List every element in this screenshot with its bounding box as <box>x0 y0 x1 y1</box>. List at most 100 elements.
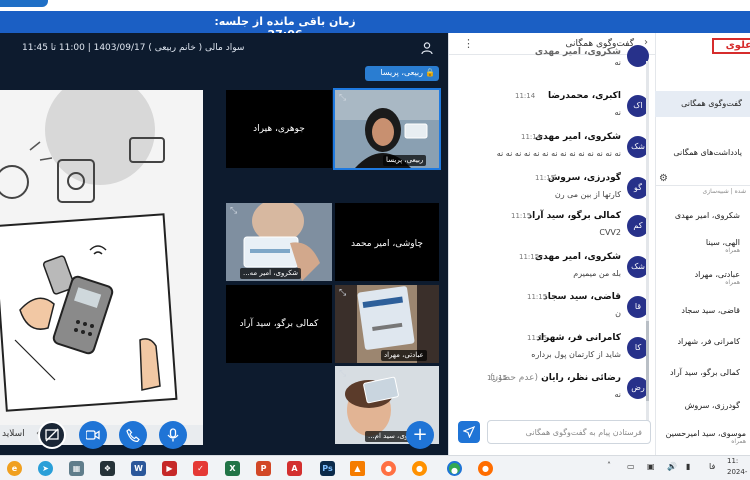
firefox-icon[interactable]: ● <box>412 461 427 476</box>
video-tile[interactable]: ⤡ عبادتی، مهراد <box>335 285 439 363</box>
excel-icon[interactable]: X <box>225 461 240 476</box>
scrollbar-thumb[interactable] <box>646 321 649 401</box>
participant-name: کمالی برگو، سید آراد <box>239 319 319 329</box>
photoshop-icon[interactable]: Ps <box>320 461 335 476</box>
firefox-icon[interactable]: ● <box>381 461 396 476</box>
message-sender: شکروی، امیر مهدی <box>534 47 621 57</box>
sidebar-user[interactable]: عبادتی، مهراد همراه <box>655 270 750 286</box>
send-button[interactable] <box>458 421 480 443</box>
meeting-main-area: سواد مالی ( خانم ربیعی ) 1403/09/17 | 11… <box>0 33 448 455</box>
phone-button[interactable] <box>119 421 147 449</box>
message-time: 11:15 <box>511 212 532 220</box>
participant-caption: عبادتی، مهراد <box>381 350 427 361</box>
camera-button[interactable] <box>79 421 107 449</box>
chrome-icon[interactable]: ● <box>447 461 462 476</box>
chat-message: شکروی، امیر مهدی نه <box>455 45 651 77</box>
message-text: ن <box>615 309 621 318</box>
battery-icon[interactable]: ▮ <box>686 462 690 471</box>
chat-scrollbar[interactable] <box>646 61 649 421</box>
expand-icon[interactable]: ⤡ <box>230 206 240 216</box>
message-sender: کمالی برگو، سید آراد <box>527 211 622 221</box>
clock-time[interactable]: 11: <box>727 457 738 465</box>
chat-message: کم کمالی برگو، سید آراد 11:15 CVV2 <box>455 209 651 247</box>
gear-icon[interactable]: ⚙ <box>659 173 668 184</box>
sidebar-user[interactable]: شکروی، امیر مهدی <box>655 211 750 220</box>
expand-icon[interactable]: ⤡ <box>339 288 349 298</box>
chat-message: قا قاضی، سید سجاد 11:15 ن <box>455 290 651 328</box>
public-chat-panel: ‹ گفت‌وگوی همگانی ⋮ شکروی، امیر مهدی نه … <box>448 33 656 455</box>
message-time: 11:15 <box>535 174 556 182</box>
message-sender: رضائی نظر، رایان (عدم حضور) <box>490 373 621 383</box>
calculator-icon[interactable]: ▦ <box>69 461 84 476</box>
expand-icon[interactable]: ⤡ <box>339 93 349 103</box>
message-text: کارتها از بین می رن <box>554 190 621 199</box>
network-icon[interactable]: ▣ <box>647 462 655 471</box>
sidebar-item-label: قاضی، سید سجاد <box>681 306 740 315</box>
sidebar-item-label: گفت‌وگوی همگانی <box>681 99 742 108</box>
sidebar-user[interactable]: الهی، سینا همراه <box>655 238 750 254</box>
video-tile[interactable]: ⤡ شکروی، امیر مه... <box>226 203 332 281</box>
sidebar-user[interactable]: گودرزی، سروش <box>655 401 750 410</box>
expand-icon[interactable]: ⤡ <box>339 369 349 379</box>
sidebar-user[interactable]: کامرانی فر، شهراد <box>655 337 750 346</box>
message-sender: اکبری، محمدرضا <box>548 91 621 101</box>
sidebar-item-public-chat[interactable]: گفت‌وگوی همگانی <box>655 91 750 117</box>
presentation-slide[interactable]: اسلاید ‹ <box>0 90 203 445</box>
screen-share-off-button[interactable] <box>38 421 66 449</box>
message-text: نه <box>614 108 621 117</box>
slide-footer-text: اسلاید <box>2 429 25 439</box>
language-indicator[interactable]: فا <box>709 462 715 471</box>
checkmark-icon[interactable]: ✓ <box>193 461 208 476</box>
vlc-icon[interactable]: ▲ <box>350 461 365 476</box>
message-time: 11:15 <box>487 374 508 382</box>
sidebar-item-label: یادداشت‌های همگانی <box>673 148 742 157</box>
chat-message: اک اکبری، محمدرضا 11:14 نه <box>455 89 651 127</box>
message-time: 11:15 <box>527 293 548 301</box>
chevron-up-icon[interactable]: ˄ <box>607 461 611 470</box>
presenter-name: ربیعی، پریسا <box>380 68 423 77</box>
user-icon[interactable] <box>420 41 434 55</box>
sidebar-user[interactable]: موسوی، سید امیرحسین همراه <box>655 429 750 445</box>
notification-icon[interactable]: ▭ <box>627 462 635 471</box>
chat-message: شک شکروی، امیر مهدی 11:15 بله من میمیرم <box>455 250 651 288</box>
video-tile[interactable]: جوهری، هیراد <box>226 90 332 168</box>
sidebar-user[interactable]: قاضی، سید سجاد <box>655 306 750 315</box>
powerpoint-icon[interactable]: P <box>256 461 271 476</box>
chat-message-input[interactable]: فرستادن پیام به گفت‌وگوی همگانی <box>487 420 651 444</box>
message-time: 11:14 <box>521 133 542 141</box>
app-icon-dark[interactable]: ❖ <box>100 461 115 476</box>
message-text: نه <box>614 58 621 67</box>
volume-icon[interactable]: 🔊 <box>667 462 677 471</box>
participant-name: جوهری، هیراد <box>253 124 305 134</box>
message-text: CVV2 <box>599 228 621 237</box>
right-sidebar: علوی گفت‌وگوی همگانی یادداشت‌های همگانی … <box>655 33 750 455</box>
microphone-button[interactable] <box>159 421 187 449</box>
participant-name: چاوشی، امیر محمد <box>351 239 423 249</box>
sidebar-user[interactable]: کمالی برگو، سید آراد <box>655 368 750 377</box>
message-sender: گودرزی، سروش <box>547 173 621 183</box>
message-time: 11:15 <box>519 253 540 261</box>
word-icon[interactable]: W <box>131 461 146 476</box>
app-icon-edge[interactable]: e <box>7 461 22 476</box>
sidebar-item-shared-notes[interactable]: یادداشت‌های همگانی <box>655 148 750 157</box>
message-sender: کامرانی فر، شهراد <box>536 333 621 343</box>
sidebar-item-label: عبادتی، مهراد <box>694 270 740 279</box>
message-time: 11:14 <box>515 92 536 100</box>
pdf-icon[interactable]: A <box>287 461 302 476</box>
browser-tab[interactable] <box>0 0 48 7</box>
media-icon[interactable]: ▶ <box>162 461 177 476</box>
firefox-icon[interactable]: ● <box>478 461 493 476</box>
message-text: نه <box>614 390 621 399</box>
message-text: شاید از کارتمان پول برداره <box>531 350 621 359</box>
clock-date[interactable]: 2024- <box>727 468 747 476</box>
session-info: سواد مالی ( خانم ربیعی ) 1403/09/17 | 11… <box>22 43 245 53</box>
message-sender: شکروی، امیر مهدی <box>534 252 621 262</box>
video-tile[interactable]: کمالی برگو، سید آراد <box>226 285 332 363</box>
video-tile[interactable]: چاوشی، امیر محمد <box>335 203 439 281</box>
more-options-icon[interactable]: ⋮ <box>463 37 474 50</box>
telegram-icon[interactable]: ➤ <box>38 461 53 476</box>
sidebar-item-sub: همراه <box>725 247 740 254</box>
sidebar-item-label: الهی، سینا <box>705 238 740 247</box>
video-tile-active[interactable]: ⤡ ربیعی، پریسا <box>333 88 441 170</box>
add-action-button[interactable]: + <box>406 421 434 449</box>
